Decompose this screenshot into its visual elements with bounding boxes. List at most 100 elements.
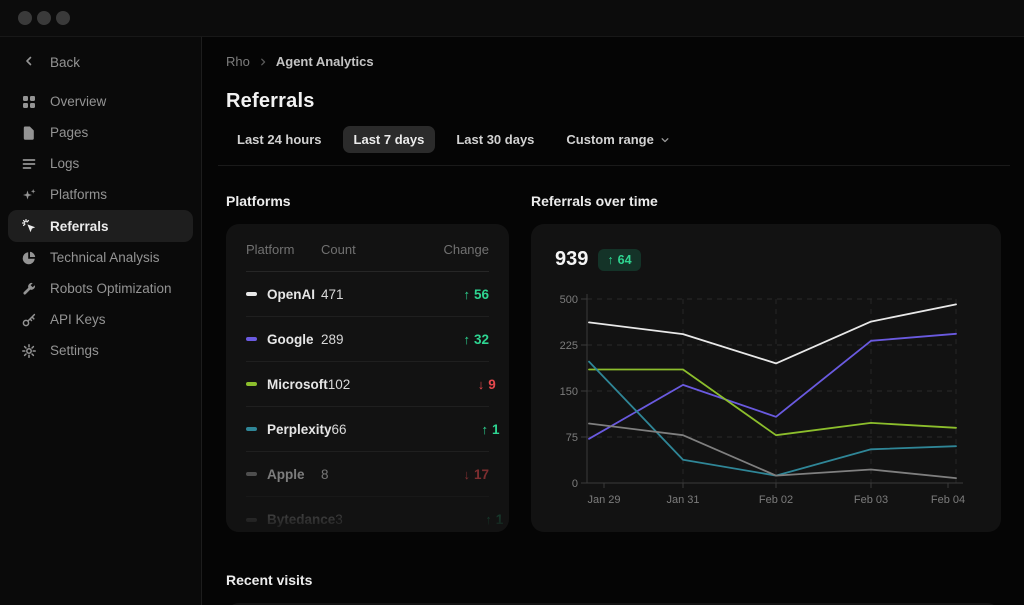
arrow-up-icon: ↑ [481, 421, 489, 437]
x-axis-tick-label: Jan 29 [587, 494, 620, 506]
click-icon [21, 218, 37, 234]
arrow-up-icon: ↑ [485, 512, 492, 527]
time-range-tabs: Last 24 hours Last 7 days Last 30 days Cust… [226, 126, 1000, 153]
platform-change: ↓ 9 [418, 377, 496, 392]
table-row-google[interactable]: Google 289 ↑ 32 [246, 317, 489, 362]
series-line-microsoft [588, 368, 957, 437]
sidebar-item-label: Pages [50, 125, 89, 140]
breadcrumb-root[interactable]: Rho [226, 54, 250, 69]
platform-change: ↑ 1 [422, 422, 500, 437]
tab-last-24-hours[interactable]: Last 24 hours [226, 126, 333, 153]
sidebar-item-label: Settings [50, 343, 99, 358]
sidebar-item-label: Platforms [50, 187, 108, 202]
sidebar-item-label: Referrals [50, 218, 109, 234]
window-dot[interactable] [18, 11, 32, 25]
sidebar-item-settings[interactable]: Settings [0, 335, 201, 366]
platform-name: Bytedance [267, 512, 336, 527]
sidebar-item-robots-optimization[interactable]: Robots Optimization [0, 273, 201, 304]
platform-name: Microsoft [267, 376, 328, 392]
platform-count: 471 [321, 286, 344, 302]
y-axis-tick-label: 500 [560, 294, 578, 306]
arrow-up-icon: ↑ [607, 252, 614, 267]
column-header-change: Change [443, 242, 489, 257]
platform-change: ↑ 56 [411, 287, 489, 302]
sidebar-item-logs[interactable]: Logs [0, 148, 201, 179]
referrals-delta-value: 64 [617, 252, 632, 267]
table-row-perplexity[interactable]: Perplexity 66 ↑ 1 [246, 407, 500, 452]
table-row-microsoft[interactable]: Microsoft 102 ↓ 9 [246, 362, 496, 407]
tab-label: Custom range [566, 132, 654, 147]
sidebar-item-platforms[interactable]: Platforms [0, 179, 201, 210]
column-header-count: Count [321, 242, 356, 257]
window-dot[interactable] [37, 11, 51, 25]
arrow-up-icon: ↑ [463, 331, 470, 347]
platform-change: ↑ 32 [411, 332, 489, 347]
y-axis-tick-label: 75 [566, 432, 578, 444]
recent-visits-section: Recent visits [226, 572, 1000, 605]
platform-color-icon [246, 472, 257, 476]
pie-icon [21, 250, 37, 266]
sidebar-item-referrals[interactable]: Referrals [8, 210, 193, 242]
tab-last-30-days[interactable]: Last 30 days [445, 126, 545, 153]
y-axis-tick-label: 0 [572, 478, 578, 490]
sparkles-icon [21, 187, 37, 203]
change-value: 9 [488, 376, 496, 392]
platform-color-icon [246, 382, 257, 386]
x-axis-tick-label: Feb 02 [759, 494, 793, 506]
platform-name: Perplexity [267, 421, 332, 437]
main-content: Rho Agent Analytics Referrals Last 24 ho… [202, 37, 1024, 605]
platform-color-icon [246, 337, 257, 341]
chevron-down-icon [660, 135, 670, 145]
referrals-delta-badge: ↑ 64 [598, 248, 641, 271]
table-row-openai[interactable]: OpenAI 471 ↑ 56 [246, 272, 489, 317]
grid-icon [21, 94, 37, 110]
referrals-line-chart[interactable]: 0 75 150 225 500 Jan 29 Jan 31 Feb 02 Feb 03 Feb … [543, 284, 989, 516]
recent-visits-title: Recent visits [226, 572, 313, 588]
sidebar: Back Overview Pages Logs Platforms Referrals… [0, 37, 202, 605]
arrow-down-icon: ↓ [477, 376, 485, 392]
change-value: 1 [492, 421, 500, 437]
platform-count: 8 [321, 466, 329, 482]
sidebar-item-pages[interactable]: Pages [0, 117, 201, 148]
change-value: 32 [473, 331, 489, 347]
breadcrumb: Rho Agent Analytics [226, 54, 1000, 69]
platforms-table-header: Platform Count Change [246, 242, 489, 272]
y-axis-tick-label: 150 [560, 386, 578, 398]
arrow-down-icon: ↓ [463, 466, 470, 482]
change-value: 56 [473, 286, 489, 302]
sidebar-item-overview[interactable]: Overview [0, 86, 201, 117]
x-axis-tick-label: Feb 04 [931, 494, 965, 506]
sidebar-item-label: API Keys [50, 312, 106, 327]
sidebar-item-label: Technical Analysis [50, 250, 160, 265]
platform-count: 289 [321, 331, 344, 347]
platform-change: ↑ 1 [425, 512, 503, 527]
series-line-google [588, 332, 957, 440]
wrench-icon [21, 281, 37, 297]
change-value: 1 [495, 512, 504, 527]
window-dot[interactable] [56, 11, 70, 25]
sidebar-item-api-keys[interactable]: API Keys [0, 304, 201, 335]
tab-custom-range[interactable]: Custom range [555, 126, 680, 153]
breadcrumb-current: Agent Analytics [275, 54, 374, 69]
logs-icon [21, 156, 37, 172]
platform-name: Google [267, 331, 314, 347]
platforms-section: Platforms Platform Count Change OpenAI 47… [226, 193, 509, 532]
tab-last-7-days[interactable]: Last 7 days [342, 126, 436, 153]
table-row-bytedance[interactable]: Bytedance 3 ↑ 1 [246, 497, 503, 532]
sidebar-item-technical-analysis[interactable]: Technical Analysis [0, 242, 201, 273]
platforms-table-body: OpenAI 471 ↑ 56 Google 289 ↑ 32 Microsoft 102 ↓ 9 Pe… [246, 272, 503, 532]
sidebar-back-button[interactable]: Back [0, 47, 201, 78]
referrals-total-value: 939 [555, 248, 589, 270]
header-divider [218, 165, 1010, 166]
table-row-apple[interactable]: Apple 8 ↓ 17 [246, 452, 489, 497]
platform-color-icon [246, 517, 257, 522]
gear-icon [21, 343, 37, 359]
tab-label: Last 7 days [353, 132, 425, 147]
platform-count: 3 [335, 512, 343, 527]
x-axis-tick-label: Feb 03 [854, 494, 888, 506]
tab-label: Last 30 days [456, 132, 535, 147]
sidebar-nav: Overview Pages Logs Platforms Referrals Techn… [0, 86, 201, 366]
platform-count: 66 [331, 421, 347, 437]
chevron-left-icon [21, 53, 37, 72]
tab-label: Last 24 hours [237, 132, 322, 147]
